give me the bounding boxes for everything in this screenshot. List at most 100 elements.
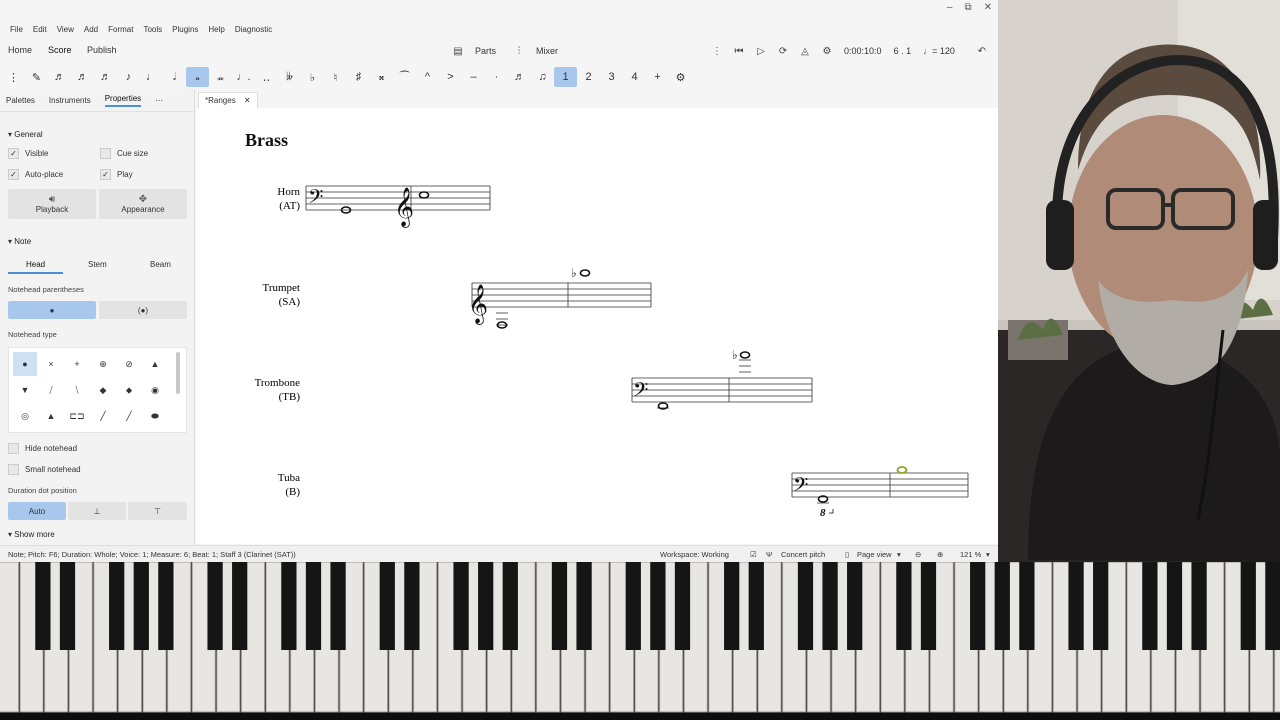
whole-note-icon[interactable]: 𝅝 xyxy=(186,67,209,87)
tab-properties[interactable]: Properties xyxy=(104,94,142,107)
flat-icon[interactable]: ♭ xyxy=(301,67,324,87)
note-section-title[interactable]: Note xyxy=(8,237,31,246)
half-note-icon[interactable]: 𝅗𝅥 xyxy=(163,67,186,87)
dot-auto-option[interactable]: Auto xyxy=(8,502,66,520)
tab-beam[interactable]: Beam xyxy=(150,260,171,269)
black-key[interactable] xyxy=(453,562,469,650)
menu-tools[interactable]: Tools xyxy=(138,22,167,38)
notehead-triangle-icon[interactable]: ▲ xyxy=(39,404,63,428)
black-key[interactable] xyxy=(797,562,814,650)
black-key[interactable] xyxy=(1068,562,1084,650)
metronome-icon[interactable]: ◬ xyxy=(797,43,813,59)
marcato-icon[interactable]: ^ xyxy=(416,67,439,87)
tie-icon[interactable]: ⁀ xyxy=(393,67,416,87)
auto-place-checkbox[interactable]: ✓ Auto-place xyxy=(8,169,63,180)
chevron-down-icon[interactable]: ▾ xyxy=(986,550,990,559)
eighth-note-icon[interactable]: ♪ xyxy=(117,67,140,87)
thirty-second-note-icon[interactable]: ♬ xyxy=(71,67,94,87)
parts-button[interactable]: Parts xyxy=(472,46,499,56)
trumpet-staff[interactable] xyxy=(471,282,652,326)
notehead-circled-large-icon[interactable]: ◎ xyxy=(13,404,37,428)
trombone-high-note[interactable] xyxy=(739,351,751,359)
menu-view[interactable]: View xyxy=(52,22,79,38)
notehead-diamond-old-icon[interactable]: ⬥ xyxy=(117,378,141,402)
notehead-circled-icon[interactable]: ◉ xyxy=(143,378,167,402)
sharp-icon[interactable]: ♯ xyxy=(347,67,370,87)
trombone-staff[interactable] xyxy=(631,359,813,409)
notehead-circle-cross-icon[interactable]: ⊕ xyxy=(91,352,115,376)
black-key[interactable] xyxy=(59,562,76,650)
maximize-icon[interactable]: ⧉ xyxy=(964,2,971,13)
cue-size-checkbox[interactable]: Cue size xyxy=(100,148,148,159)
notehead-triangle-up-icon[interactable]: ▲ xyxy=(143,352,167,376)
black-key[interactable] xyxy=(207,562,223,650)
notehead-slashed2-icon[interactable]: ⧹ xyxy=(65,378,89,402)
notehead-large-icon[interactable]: ⬬ xyxy=(143,404,167,428)
dot-above-option[interactable]: ⊤ xyxy=(128,502,187,520)
natural-icon[interactable]: ♮ xyxy=(324,67,347,87)
sixty-fourth-note-icon[interactable]: ♬ xyxy=(48,67,71,87)
concert-pitch-checkbox-icon[interactable]: ☑ xyxy=(750,550,757,559)
concert-pitch-label[interactable]: Concert pitch xyxy=(781,550,825,559)
add-icon[interactable]: + xyxy=(646,67,669,87)
dot-below-option[interactable]: ⊥ xyxy=(68,502,126,520)
staccato-icon[interactable]: · xyxy=(485,67,508,87)
menu-help[interactable]: Help xyxy=(203,22,229,38)
trumpet-high-note[interactable] xyxy=(579,269,591,277)
menu-format[interactable]: Format xyxy=(103,22,138,38)
menu-diagnostic[interactable]: Diagnostic xyxy=(230,22,277,38)
black-key[interactable] xyxy=(158,562,174,650)
menu-add[interactable]: Add xyxy=(79,22,103,38)
mixer-icon[interactable]: ⫶ xyxy=(511,43,527,59)
tab-stem[interactable]: Stem xyxy=(88,260,107,269)
no-parentheses-option[interactable]: ● xyxy=(8,301,96,319)
black-key[interactable] xyxy=(994,562,1010,650)
voice-4-icon[interactable]: 4 xyxy=(623,67,646,87)
tuba-high-note-selected[interactable] xyxy=(896,466,908,474)
notehead-square-icon[interactable]: ⊏⊐ xyxy=(65,404,89,428)
page-view-dropdown[interactable]: Page view xyxy=(857,550,892,559)
menu-edit[interactable]: Edit xyxy=(28,22,52,38)
parts-icon[interactable]: ▤ xyxy=(450,43,466,59)
notehead-with-x-icon[interactable]: ⊘ xyxy=(117,352,141,376)
zoom-in-icon[interactable]: ⊕ xyxy=(937,550,943,559)
playback-button[interactable]: 🔊︎ Playback xyxy=(8,189,96,219)
score-tab[interactable]: *Ranges ✕ xyxy=(198,92,258,108)
playback-settings-icon[interactable]: ⚙ xyxy=(819,43,835,59)
black-key[interactable] xyxy=(1265,562,1280,650)
black-key[interactable] xyxy=(847,562,863,650)
drag-handle-icon[interactable]: ⋮ xyxy=(2,67,25,87)
accent-icon[interactable]: > xyxy=(439,67,462,87)
notehead-normal-icon[interactable]: ● xyxy=(13,352,37,376)
black-key[interactable] xyxy=(1093,562,1109,650)
mixer-button[interactable]: Mixer xyxy=(533,46,561,56)
black-key[interactable] xyxy=(232,562,248,650)
black-key[interactable] xyxy=(281,562,297,650)
close-tab-icon[interactable]: ✕ xyxy=(244,96,251,105)
notehead-slashed-icon[interactable]: ⧸ xyxy=(39,378,63,402)
voice-2-icon[interactable]: 2 xyxy=(577,67,600,87)
score-canvas[interactable]: Brass Horn (AT) Trumpet (SA) Trombone (T… xyxy=(196,108,998,544)
black-key[interactable] xyxy=(305,562,322,650)
black-key[interactable] xyxy=(822,562,838,650)
double-sharp-icon[interactable]: 𝄪 xyxy=(370,67,393,87)
note-input-pen-icon[interactable]: ✎ xyxy=(25,67,48,87)
horn-high-note[interactable] xyxy=(418,191,430,199)
notehead-large-slash-icon[interactable]: ╱ xyxy=(117,404,141,428)
black-key[interactable] xyxy=(330,562,346,650)
grid-scrollbar[interactable] xyxy=(176,352,180,394)
black-key[interactable] xyxy=(1142,562,1158,650)
sixteenth-note-icon[interactable]: ♬ xyxy=(94,67,117,87)
tab-score[interactable]: Score xyxy=(48,45,72,55)
black-key[interactable] xyxy=(1191,562,1207,650)
small-notehead-checkbox[interactable]: Small notehead xyxy=(8,464,81,475)
voice-3-icon[interactable]: 3 xyxy=(600,67,623,87)
black-key[interactable] xyxy=(478,562,494,650)
black-key[interactable] xyxy=(1166,562,1183,650)
black-key[interactable] xyxy=(379,562,395,650)
parentheses-option[interactable]: (●) xyxy=(99,301,187,319)
voice-1-icon[interactable]: 1 xyxy=(554,67,577,87)
black-key[interactable] xyxy=(625,562,641,650)
black-key[interactable] xyxy=(133,562,149,650)
minimize-icon[interactable]: – xyxy=(947,2,953,13)
